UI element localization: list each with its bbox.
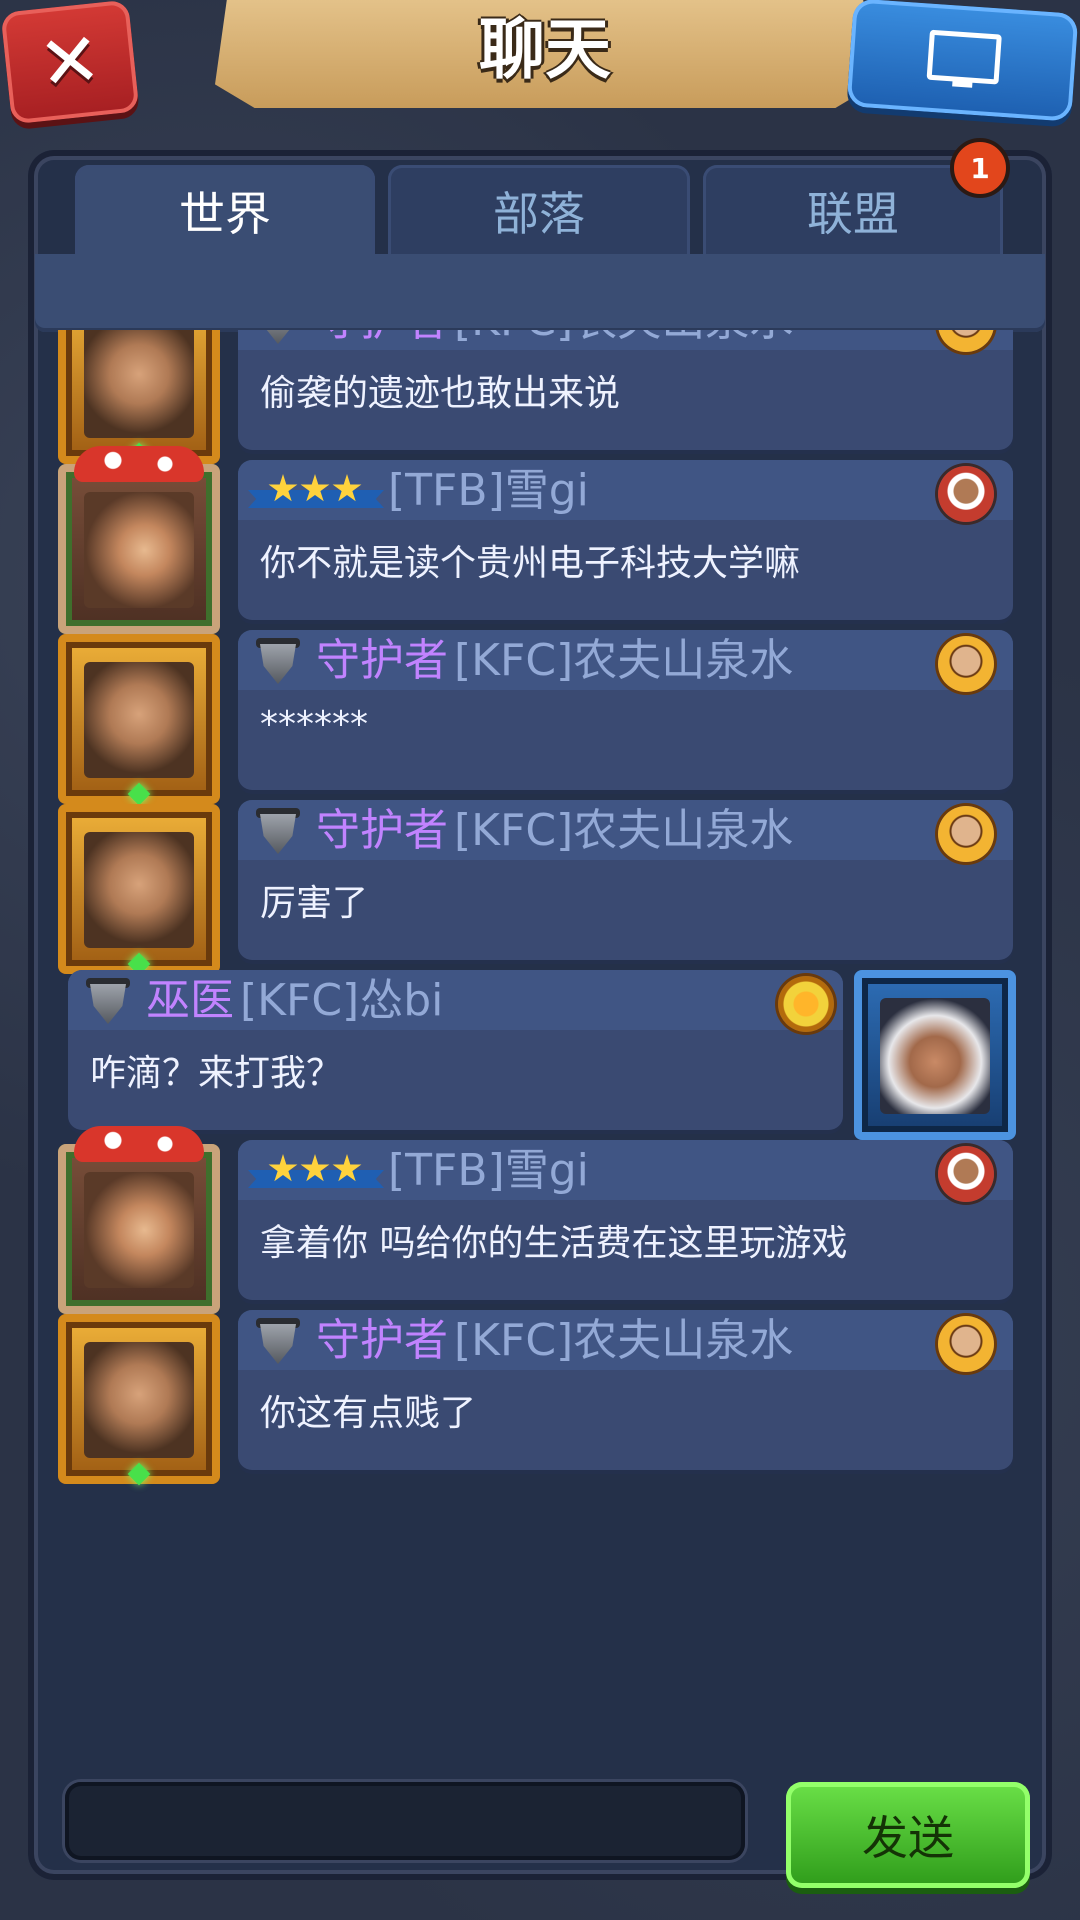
hero-portrait	[84, 1342, 194, 1458]
message-bubble: 守护者 [KFC]农夫山泉水偷袭的遗迹也敢出来说	[238, 330, 1013, 450]
tab-world-label: 世界	[179, 187, 271, 241]
gem-icon	[127, 1462, 151, 1486]
guild-flag-icon[interactable]	[938, 1146, 994, 1202]
close-icon: ✕	[34, 15, 106, 109]
sender-role: 守护者	[316, 805, 448, 856]
message-input-box[interactable]	[65, 1782, 745, 1860]
sender-name: [KFC]怂bi	[240, 975, 444, 1026]
sender-role: 守护者	[316, 330, 448, 346]
player-avatar[interactable]	[58, 446, 220, 634]
stars-rank-icon	[248, 1146, 384, 1194]
hero-portrait	[84, 330, 194, 438]
stars-rank-icon	[248, 466, 384, 514]
message-bubble: [TFB]雪gi 你不就是读个贵州电子科技大学嘛	[238, 460, 1013, 620]
sender-name-line[interactable]: 守护者[KFC]农夫山泉水	[316, 1316, 793, 1366]
tab-world[interactable]: 世界	[75, 165, 375, 257]
rank-shield-icon	[86, 978, 130, 1028]
sender-name: [TFB]雪gi	[388, 465, 589, 516]
message-bubble: 守护者 [KFC]农夫山泉水你这有点贱了	[238, 1310, 1013, 1470]
sender-name: [KFC]农夫山泉水	[454, 330, 793, 346]
chat-message: [TFB]雪gi 拿着你 吗给你的生活费在这里玩游戏	[48, 1126, 1032, 1320]
message-input[interactable]	[77, 1790, 731, 1852]
sender-name-line[interactable]: [TFB]雪gi	[388, 1146, 589, 1196]
hero-portrait	[84, 492, 194, 608]
sender-name-line[interactable]: 守护者[KFC]农夫山泉水	[316, 636, 793, 686]
tab-tribe[interactable]: 部落	[388, 165, 690, 257]
message-bubble: 巫医 [KFC]怂bi 咋滴？来打我？	[68, 970, 843, 1130]
sender-name: [KFC]农夫山泉水	[454, 635, 794, 686]
message-bubble: 守护者 [KFC]农夫山泉水厉害了	[238, 800, 1013, 960]
monitor-button[interactable]	[846, 0, 1079, 122]
notification-badge: 1	[950, 138, 1010, 198]
mushroom-cap-icon	[74, 1126, 204, 1162]
guild-flag-icon[interactable]	[938, 1316, 994, 1372]
hero-portrait	[84, 1172, 194, 1288]
sender-name: [TFB]雪gi	[388, 1145, 589, 1196]
message-text: 咋滴？来打我？	[90, 1053, 343, 1094]
rank-shield-icon	[256, 330, 300, 348]
mushroom-cap-icon	[74, 446, 204, 482]
hero-portrait	[880, 998, 990, 1114]
tab-tribe-label: 部落	[493, 187, 585, 241]
message-text: 你不就是读个贵州电子科技大学嘛	[260, 543, 801, 584]
sender-role: 巫医	[146, 975, 234, 1026]
rank-shield-icon	[256, 1318, 300, 1368]
player-avatar[interactable]	[58, 330, 220, 466]
close-button[interactable]: ✕	[0, 0, 140, 125]
message-text: 拿着你 吗给你的生活费在这里玩游戏	[260, 1223, 848, 1264]
sender-name-line[interactable]: 巫医 [KFC]怂bi	[146, 976, 443, 1026]
message-text: 你这有点贱了	[260, 1393, 477, 1434]
sender-name-line[interactable]: [TFB]雪gi	[388, 466, 589, 516]
rank-shield-icon	[256, 808, 300, 858]
sender-role: 守护者	[316, 635, 448, 686]
send-button[interactable]: 发送	[786, 1782, 1030, 1888]
sender-name-line[interactable]: 守护者 [KFC]农夫山泉水	[316, 330, 793, 346]
hero-portrait	[84, 832, 194, 948]
player-avatar[interactable]	[58, 804, 220, 976]
chat-screen: 聊天 ✕ 世界 部落 联盟 1 守护者[KFC]农夫山泉水偷袭的遗迹也敢出来说[…	[0, 0, 1080, 1920]
message-text: 厉害了	[260, 883, 369, 924]
chat-message: [TFB]雪gi 你不就是读个贵州电子科技大学嘛	[48, 446, 1032, 640]
send-button-label: 发送	[862, 1811, 954, 1865]
guild-flag-icon[interactable]	[938, 636, 994, 692]
chat-message: 守护者 [KFC]农夫山泉水你这有点贱了	[48, 1300, 1032, 1490]
guild-flag-icon[interactable]	[938, 466, 994, 522]
hero-portrait	[84, 662, 194, 778]
page-title: 聊天	[479, 11, 611, 88]
message-bubble: 守护者 [KFC]农夫山泉水 ******	[238, 630, 1013, 790]
player-avatar[interactable]	[58, 1126, 220, 1314]
player-avatar[interactable]	[854, 970, 1016, 1140]
sender-role: 守护者	[316, 1315, 448, 1366]
monitor-icon	[926, 29, 1002, 91]
chat-message: 守护者 [KFC]农夫山泉水 ******	[48, 620, 1032, 810]
sender-name: [KFC]农夫山泉水	[454, 1315, 794, 1366]
message-text: ******	[260, 704, 368, 745]
chat-message-list[interactable]: 守护者[KFC]农夫山泉水偷袭的遗迹也敢出来说[TFB]雪gi你不就是读个贵州电…	[48, 330, 1032, 1740]
tab-content-header	[35, 254, 1045, 332]
rank-shield-icon	[256, 638, 300, 688]
guild-flag-icon[interactable]	[938, 806, 994, 862]
chat-message: 守护者 [KFC]农夫山泉水厉害了	[48, 790, 1032, 980]
tab-alliance-label: 联盟	[807, 187, 899, 241]
sender-name-line[interactable]: 守护者[KFC]农夫山泉水	[316, 806, 793, 856]
chat-message: 守护者 [KFC]农夫山泉水偷袭的遗迹也敢出来说	[48, 330, 1032, 470]
guild-flag-icon[interactable]	[778, 976, 834, 1032]
message-text: 偷袭的遗迹也敢出来说	[260, 373, 621, 414]
title-banner: 聊天	[215, 0, 875, 108]
chat-message: 巫医 [KFC]怂bi 咋滴？来打我？	[48, 960, 1032, 1150]
player-avatar[interactable]	[58, 1314, 220, 1486]
sender-name: [KFC]农夫山泉水	[454, 805, 794, 856]
player-avatar[interactable]	[58, 634, 220, 806]
message-bubble: [TFB]雪gi 拿着你 吗给你的生活费在这里玩游戏	[238, 1140, 1013, 1300]
